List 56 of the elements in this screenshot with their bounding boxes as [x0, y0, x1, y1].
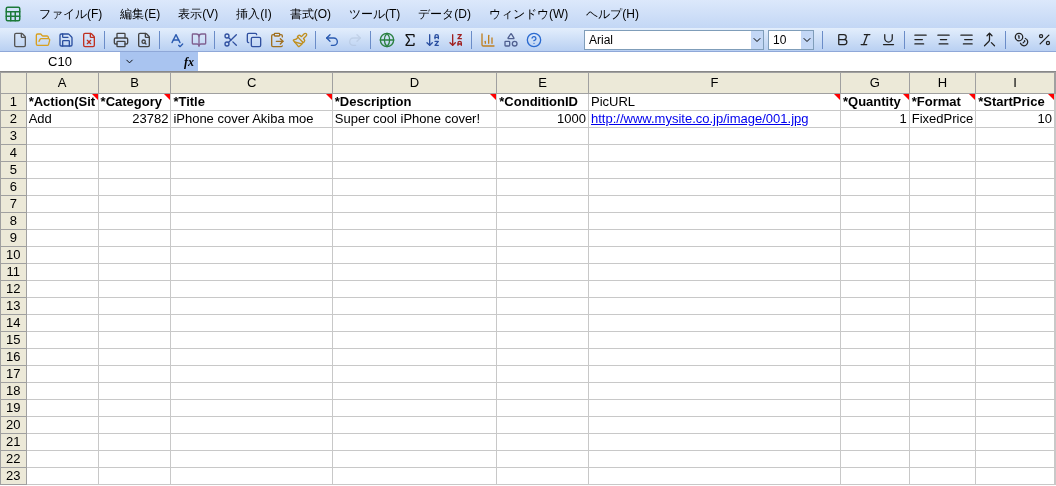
- font-name: Arial: [588, 31, 613, 49]
- column-header[interactable]: B: [98, 72, 171, 93]
- align-center-icon: [936, 32, 951, 47]
- menu-item[interactable]: ヘルプ(H): [577, 3, 648, 25]
- menu-item[interactable]: ファイル(F): [30, 3, 112, 25]
- column-header[interactable]: I: [975, 72, 1055, 93]
- merge-center-icon: [982, 32, 997, 47]
- font-size-select[interactable]: 10: [768, 29, 814, 50]
- cell-text: *StartPrice: [977, 94, 1046, 109]
- cell-text: 1: [898, 111, 908, 126]
- column-header[interactable]: C: [170, 72, 333, 93]
- cell-text: *Description: [333, 94, 413, 109]
- cell-text: 23782: [131, 111, 170, 126]
- font-select[interactable]: Arial: [584, 29, 764, 50]
- menu-item[interactable]: 書式(O): [280, 3, 340, 25]
- dropdown-icon: [801, 30, 813, 49]
- column-header[interactable]: H: [909, 72, 976, 93]
- cell-text: *Title: [172, 94, 206, 109]
- cell-text: Super cool iPhone cover!: [333, 111, 482, 126]
- dropdown-icon: [751, 30, 763, 49]
- cell-text: 10: [1036, 111, 1053, 126]
- percent-icon: [1037, 32, 1052, 47]
- column-header[interactable]: E: [496, 72, 589, 93]
- cell-text: 1000: [556, 111, 587, 126]
- name-box-dropdown[interactable]: fx: [120, 52, 198, 71]
- menu-item[interactable]: ウィンドウ(W): [480, 3, 578, 25]
- cell-text: *ConditionID: [498, 94, 579, 109]
- align-left-icon: [913, 32, 928, 47]
- cell-text: iPhone cover Akiba moe: [172, 111, 315, 126]
- column-header[interactable]: G: [840, 72, 910, 93]
- menu-item[interactable]: 表示(V): [169, 3, 228, 25]
- column-header[interactable]: D: [332, 72, 497, 93]
- menu-item[interactable]: ツール(T): [340, 3, 410, 25]
- cell-text: *Quantity: [842, 94, 902, 109]
- workbook-icon: [4, 5, 22, 23]
- bold-icon: [835, 32, 850, 47]
- underline-icon: [881, 32, 896, 47]
- cell-text: FixedPrice: [910, 111, 975, 126]
- cell-text: *Action(Sit: [27, 94, 97, 109]
- cell-text: *Format: [910, 94, 962, 109]
- menu-item[interactable]: データ(D): [409, 3, 480, 25]
- menu-item[interactable]: 挿入(I): [227, 3, 281, 25]
- menu-item[interactable]: 編集(E): [111, 3, 170, 25]
- align-right-icon: [959, 32, 974, 47]
- function-icon: fx: [184, 52, 194, 71]
- corner-cell[interactable]: [0, 72, 27, 93]
- currency-icon: [1014, 32, 1029, 47]
- hyperlink[interactable]: http://www.mysite.co.jp/image/001.jpg: [589, 111, 840, 126]
- cell-reference: C10: [48, 52, 72, 71]
- cell-text: Add: [27, 111, 53, 126]
- column-header[interactable]: F: [588, 72, 841, 93]
- italic-icon: [858, 32, 873, 47]
- font-size: 10: [772, 31, 787, 49]
- cell-text: *Category: [99, 94, 164, 109]
- cell-text: PicURL: [590, 94, 637, 109]
- column-header[interactable]: A: [26, 72, 99, 93]
